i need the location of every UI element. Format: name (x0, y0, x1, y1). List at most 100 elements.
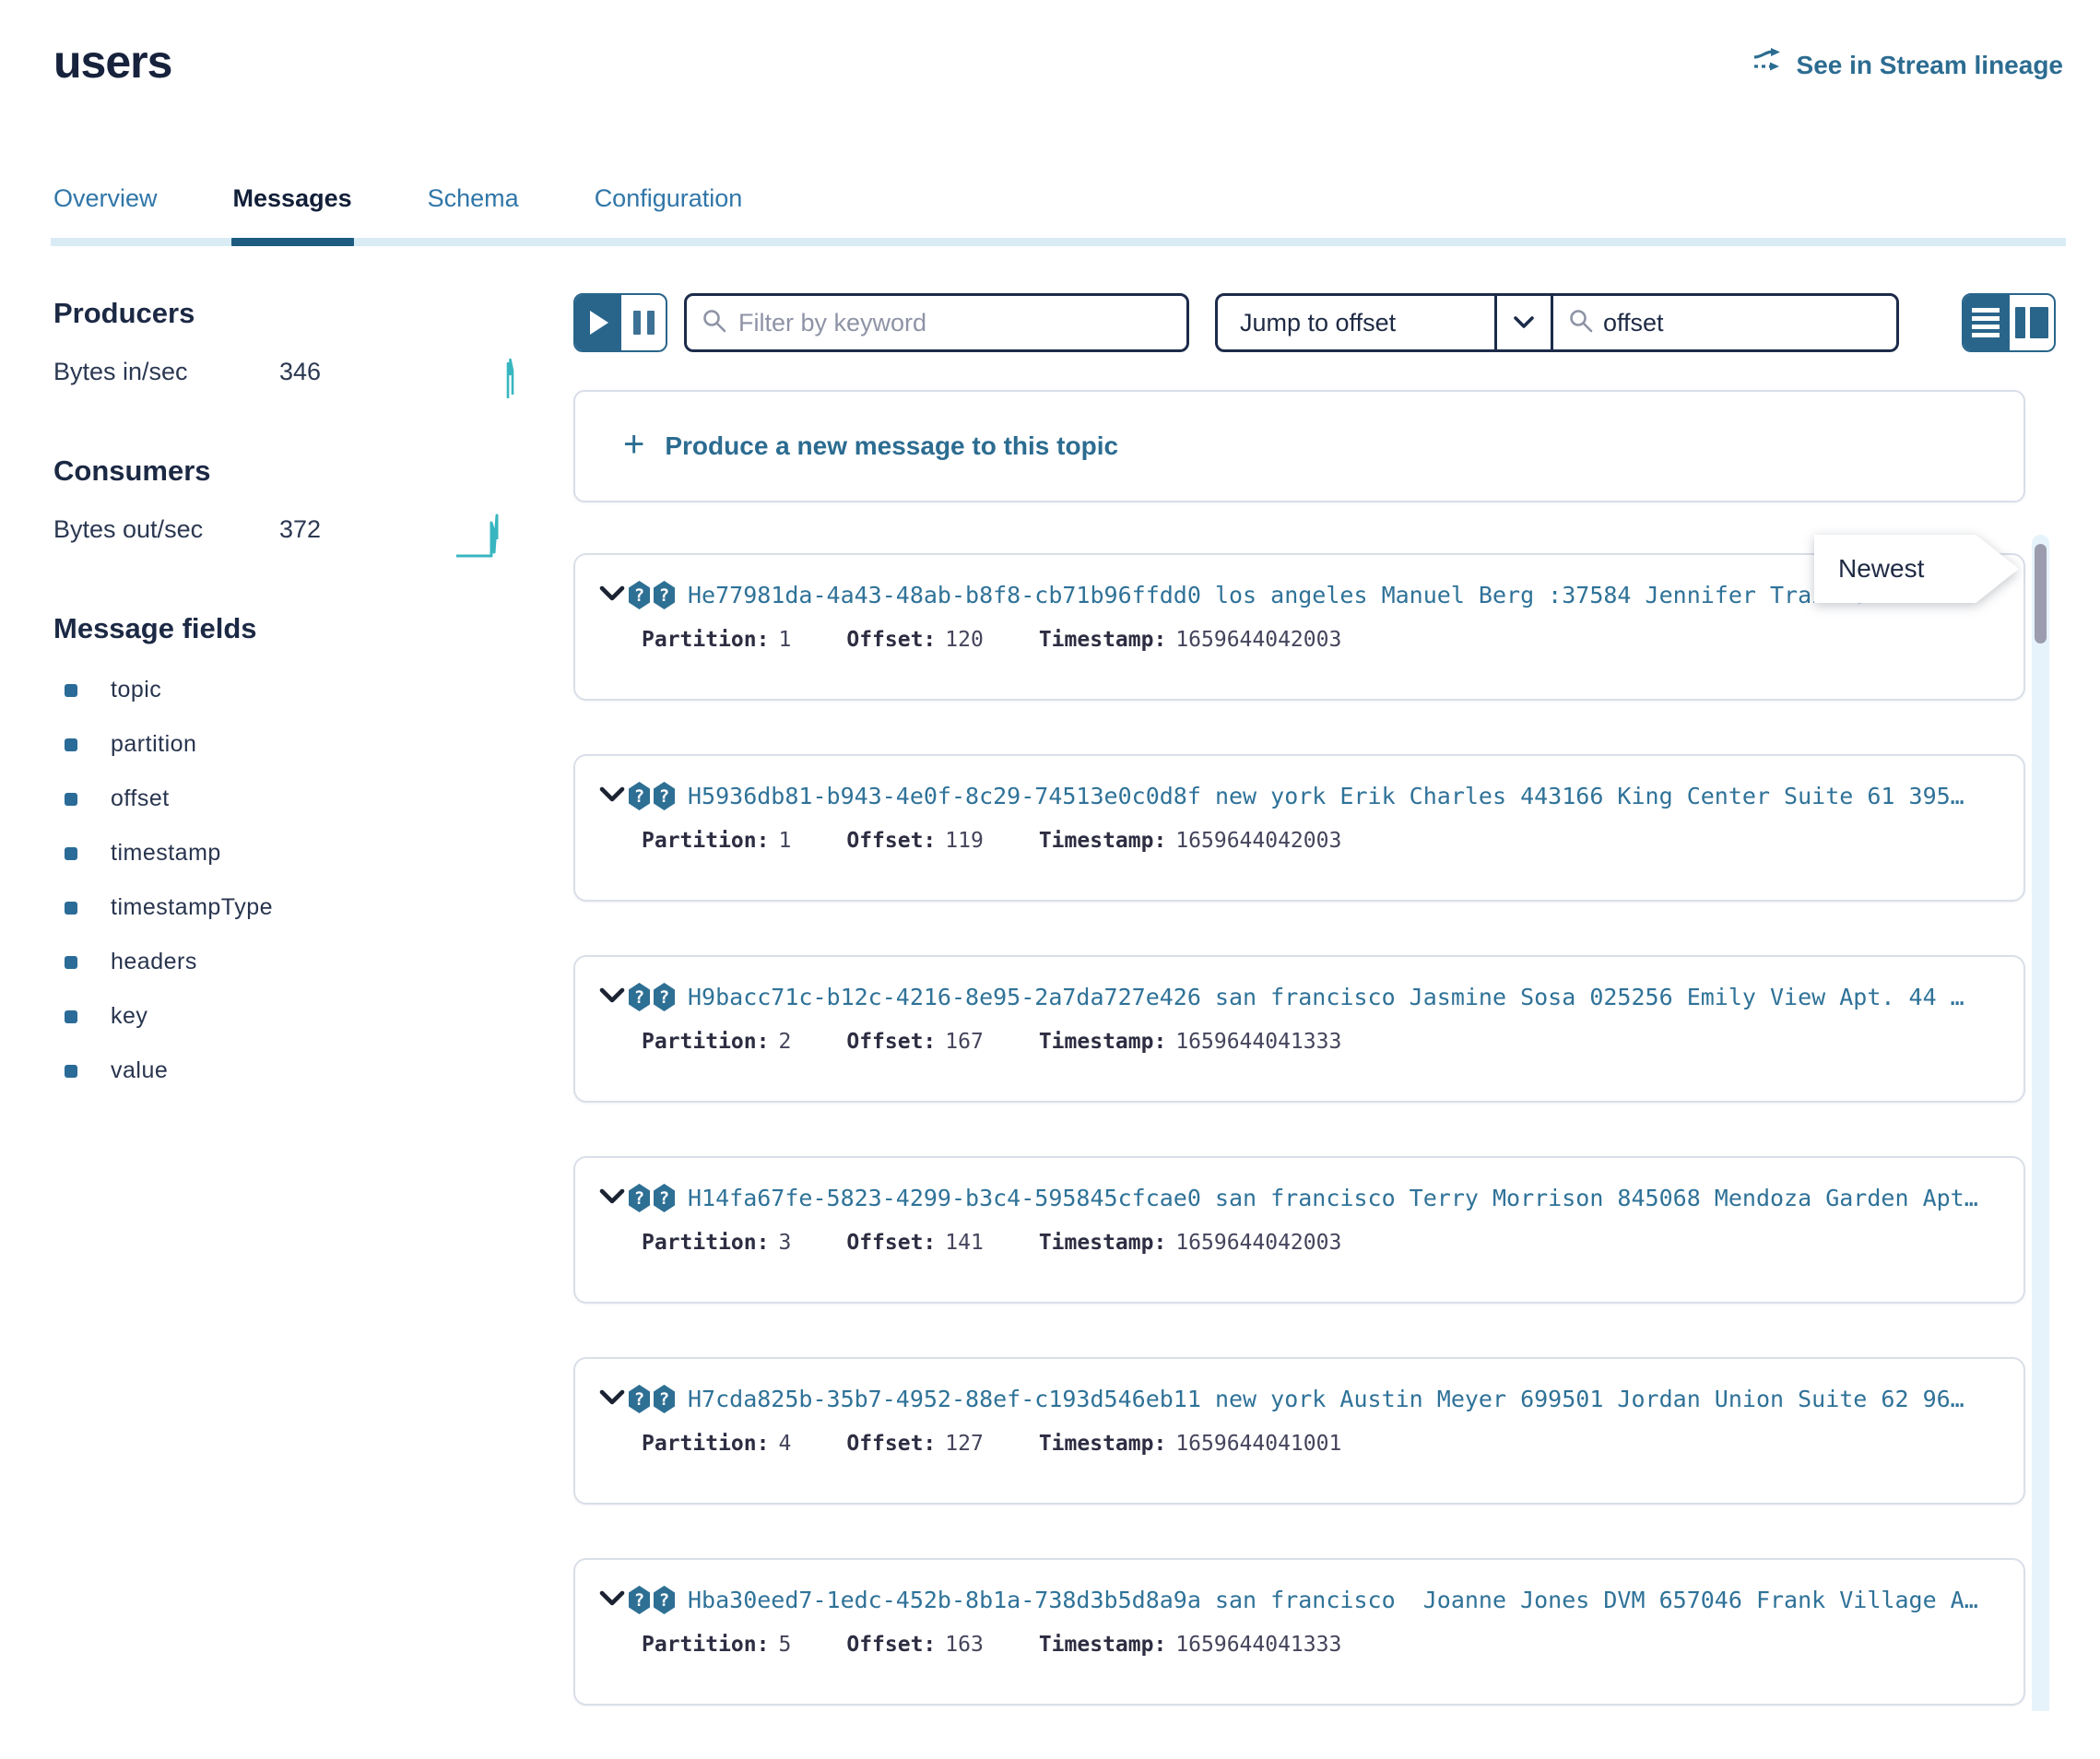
produce-message-button[interactable]: + Produce a new message to this topic (573, 390, 2025, 502)
field-bullet-icon (65, 738, 77, 751)
timestamp-value: 1659644041333 (1175, 1030, 1341, 1054)
split-view-icon (2015, 307, 2048, 338)
message-field-item[interactable]: headers (53, 949, 519, 975)
field-label: headers (111, 949, 197, 975)
expand-chevron-down-icon[interactable] (599, 1389, 625, 1410)
partition-label: Partition: (642, 1030, 769, 1054)
message-key-text[interactable]: H5936db81-b943-4e0f-8c29-74513e0c0d8f ne… (688, 783, 1964, 809)
timestamp-value: 1659644042003 (1175, 829, 1341, 853)
message-key-row: ? ? H7cda825b-35b7-4952-88ef-c193d546eb1… (575, 1385, 2023, 1413)
message-meta-row: Partition:3 Offset:141 Timestamp:1659644… (575, 1231, 2023, 1255)
scrollbar-thumb[interactable] (2035, 544, 2047, 643)
tab-messages[interactable]: Messages (233, 184, 352, 248)
search-icon (702, 308, 727, 338)
stream-lineage-label: See in Stream lineage (1797, 51, 2063, 80)
message-field-item[interactable]: value (53, 1057, 519, 1084)
list-view-button[interactable] (1964, 295, 2008, 350)
expand-chevron-down-icon[interactable] (599, 1590, 625, 1611)
unknown-char-icon: ? (629, 782, 650, 810)
field-bullet-icon (65, 1010, 77, 1023)
filter-input[interactable] (738, 309, 1144, 337)
tab-schema[interactable]: Schema (428, 184, 519, 248)
unknown-char-icon: ? (629, 1586, 650, 1614)
message-key-text[interactable]: H7cda825b-35b7-4952-88ef-c193d546eb11 ne… (688, 1386, 1964, 1412)
message-card[interactable]: ? ? H7cda825b-35b7-4952-88ef-c193d546eb1… (573, 1357, 2025, 1505)
message-key-text[interactable]: He77981da-4a43-48ab-b8f8-cb71b96ffdd0 lo… (688, 582, 1867, 608)
message-meta-row: Partition:4 Offset:127 Timestamp:1659644… (575, 1432, 2023, 1456)
jump-to-offset-control: Jump to offset (1215, 293, 1899, 352)
message-key-text[interactable]: H14fa67fe-5823-4299-b3c4-595845cfcae0 sa… (688, 1185, 1978, 1211)
message-key-text[interactable]: Hba30eed7-1edc-452b-8b1a-738d3b5d8a9a sa… (688, 1587, 1978, 1613)
partition-value: 1 (778, 829, 791, 853)
play-button[interactable] (575, 295, 619, 350)
field-label: value (111, 1057, 168, 1084)
offset-value: 167 (945, 1030, 984, 1054)
offset-label: Offset: (846, 1633, 936, 1657)
message-card[interactable]: ? ? H14fa67fe-5823-4299-b3c4-595845cfcae… (573, 1156, 2025, 1304)
message-list: ? ? He77981da-4a43-48ab-b8f8-cb71b96ffdd… (573, 553, 2056, 1706)
unknown-char-icon: ? (629, 581, 650, 609)
message-field-item[interactable]: key (53, 1003, 519, 1030)
stream-lineage-icon (1752, 48, 1786, 82)
timestamp-value: 1659644041333 (1175, 1633, 1341, 1657)
message-key-text[interactable]: H9bacc71c-b12c-4216-8e95-2a7da727e426 sa… (688, 984, 1964, 1010)
message-card[interactable]: ? ? H5936db81-b943-4e0f-8c29-74513e0c0d8… (573, 754, 2025, 902)
offset-value: 120 (945, 628, 984, 652)
consumers-heading: Consumers (53, 455, 519, 488)
timestamp-value: 1659644041001 (1175, 1432, 1341, 1456)
offset-search-input[interactable] (1603, 309, 1861, 337)
tab-configuration[interactable]: Configuration (595, 184, 743, 248)
message-card[interactable]: ? ? H9bacc71c-b12c-4216-8e95-2a7da727e42… (573, 955, 2025, 1103)
split-view-button[interactable] (2008, 295, 2054, 350)
bytes-out-label: Bytes out/sec (53, 515, 279, 544)
message-fields-list: topic partition offset timestamp timesta… (53, 677, 519, 1084)
field-label: timestampType (111, 894, 273, 921)
stream-lineage-link[interactable]: See in Stream lineage (1752, 48, 2063, 82)
message-field-item[interactable]: partition (53, 731, 519, 758)
field-bullet-icon (65, 902, 77, 915)
offset-label: Offset: (846, 1231, 936, 1255)
field-label: offset (111, 785, 170, 812)
expand-chevron-down-icon[interactable] (599, 786, 625, 807)
message-meta-row: Partition:2 Offset:167 Timestamp:1659644… (575, 1030, 2023, 1054)
field-bullet-icon (65, 684, 77, 697)
jump-select-chevron-button[interactable] (1497, 296, 1551, 349)
bytes-in-value: 346 (279, 358, 321, 386)
pause-button[interactable] (619, 295, 666, 350)
expand-chevron-down-icon[interactable] (599, 1188, 625, 1209)
message-key-row: ? ? Hba30eed7-1edc-452b-8b1a-738d3b5d8a9… (575, 1586, 2023, 1614)
bytes-out-sparkline (454, 510, 519, 564)
filter-input-box (684, 293, 1189, 352)
unknown-char-icon: ? (654, 782, 675, 810)
partition-label: Partition: (642, 1432, 769, 1456)
message-field-item[interactable]: timestamp (53, 840, 519, 867)
message-field-item[interactable]: offset (53, 785, 519, 812)
field-bullet-icon (65, 847, 77, 860)
newest-tooltip: Newest (1814, 535, 2019, 603)
offset-value: 119 (945, 829, 984, 853)
field-bullet-icon (65, 1065, 77, 1078)
field-label: key (111, 1003, 147, 1030)
producers-metric-row: Bytes in/sec 346 (53, 358, 519, 407)
message-card[interactable]: ? ? Hba30eed7-1edc-452b-8b1a-738d3b5d8a9… (573, 1558, 2025, 1706)
producers-heading: Producers (53, 297, 519, 330)
message-key-row: ? ? H14fa67fe-5823-4299-b3c4-595845cfcae… (575, 1184, 2023, 1212)
field-bullet-icon (65, 793, 77, 806)
unknown-char-icon: ? (629, 1184, 650, 1212)
expand-chevron-down-icon[interactable] (599, 585, 625, 606)
bytes-in-label: Bytes in/sec (53, 358, 279, 386)
unknown-char-icon: ? (654, 1184, 675, 1212)
offset-label: Offset: (846, 1030, 936, 1054)
scrollbar-track[interactable] (2032, 535, 2049, 1711)
message-field-item[interactable]: topic (53, 677, 519, 703)
unknown-char-icon: ? (654, 1385, 675, 1413)
message-key-row: ? ? H5936db81-b943-4e0f-8c29-74513e0c0d8… (575, 782, 2023, 810)
message-card[interactable]: ? ? He77981da-4a43-48ab-b8f8-cb71b96ffdd… (573, 553, 2025, 701)
bytes-out-value: 372 (279, 515, 321, 544)
message-field-item[interactable]: timestampType (53, 894, 519, 921)
message-key-row: ? ? He77981da-4a43-48ab-b8f8-cb71b96ffdd… (575, 581, 2023, 609)
produce-message-label: Produce a new message to this topic (665, 431, 1118, 461)
tab-overview[interactable]: Overview (53, 184, 158, 248)
jump-to-offset-select[interactable]: Jump to offset (1218, 296, 1494, 349)
expand-chevron-down-icon[interactable] (599, 987, 625, 1008)
